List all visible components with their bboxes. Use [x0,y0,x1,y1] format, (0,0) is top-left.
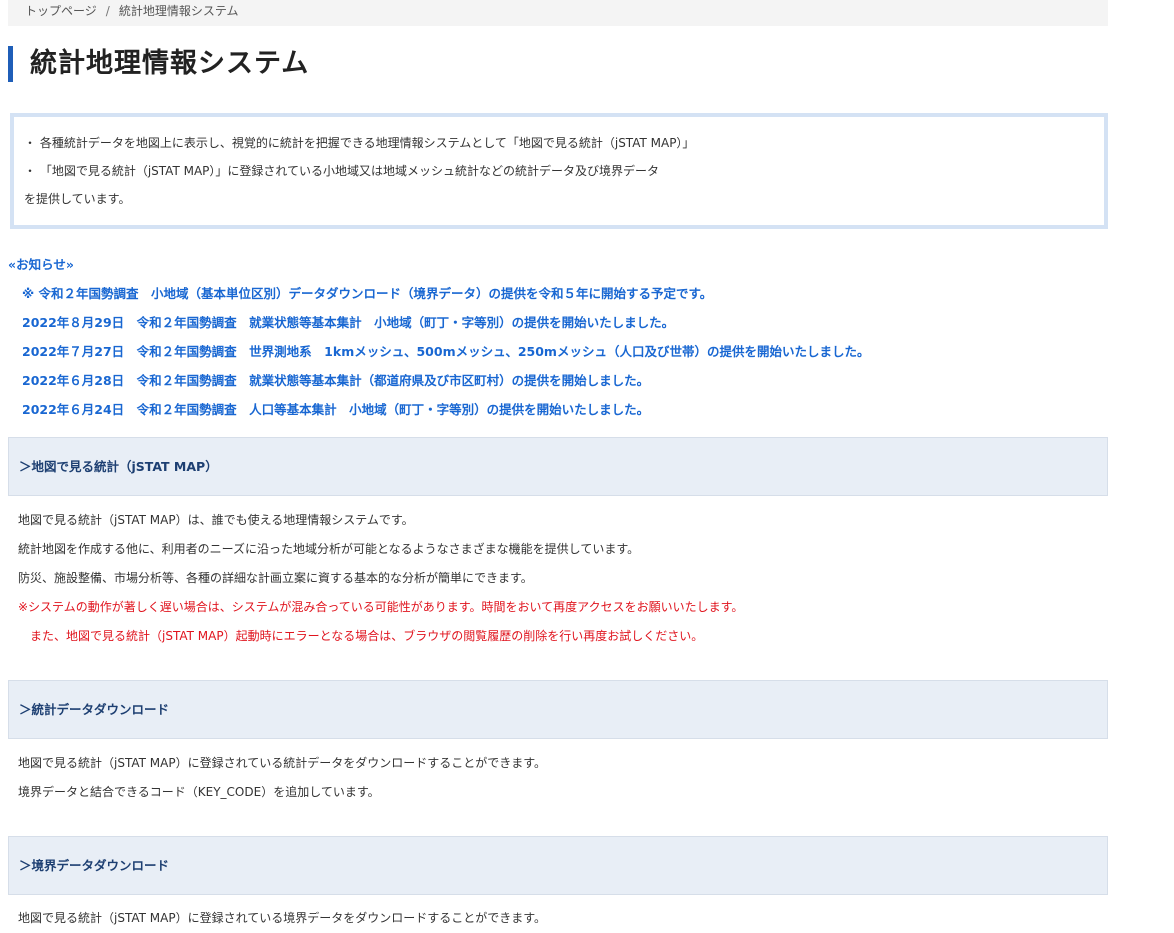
breadcrumb: トップページ / 統計地理情報システム [8,0,1108,26]
notice-item-link[interactable]: ※ 令和２年国勢調査 小地域（基本単位区別）データダウンロード（境界データ）の提… [22,281,1122,310]
section-body-stat-download: 地図で見る統計（jSTAT MAP）に登録されている統計データをダウンロードする… [18,752,1118,810]
intro-line: ・ 各種統計データを地図上に表示し、視覚的に統計を把握できる地理情報システムとし… [24,136,695,150]
warning-line: また、地図で見る統計（jSTAT MAP）起動時にエラーとなる場合は、ブラウザの… [30,629,704,643]
warning-line: ※システムの動作が著しく遅い場合は、システムが混み合っている可能性があります。時… [18,600,744,614]
notice-item-link[interactable]: 2022年６月28日 令和２年国勢調査 就業状態等基本集計（都道府県及び市区町村… [22,368,1122,397]
notice-item-link[interactable]: 2022年８月29日 令和２年国勢調査 就業状態等基本集計 小地域（町丁・字等別… [22,310,1122,339]
notice-item-link[interactable]: 2022年６月24日 令和２年国勢調査 人口等基本集計 小地域（町丁・字等別）の… [22,397,1122,426]
intro-line: ・ 「地図で見る統計（jSTAT MAP）」に登録されている小地域又は地域メッシ… [24,164,660,178]
section-heading-jstat-map[interactable]: ＞地図で見る統計（jSTAT MAP） [8,437,1108,496]
notice-heading: «お知らせ» [8,257,74,272]
section-heading-boundary-download[interactable]: ＞境界データダウンロード [8,836,1108,895]
breadcrumb-separator: / [105,4,110,18]
description-line: 地図で見る統計（jSTAT MAP）に登録されている境界データをダウンロードする… [18,911,547,925]
description-line: 統計地図を作成する他に、利用者のニーズに沿った地域分析が可能となるようなさまざま… [18,542,640,556]
description-line: 地図で見る統計（jSTAT MAP）に登録されている統計データをダウンロードする… [18,756,547,770]
notice-list: ※ 令和２年国勢調査 小地域（基本単位区別）データダウンロード（境界データ）の提… [22,281,1122,426]
page: トップページ / 統計地理情報システム 統計地理情報システム ・ 各種統計データを地… [0,0,1174,933]
description-line: 地図で見る統計（jSTAT MAP）は、誰でも使える地理情報システムです。 [18,513,414,527]
section-body-boundary-download: 地図で見る統計（jSTAT MAP）に登録されている境界データをダウンロードする… [18,907,1118,933]
breadcrumb-current: 統計地理情報システム [118,4,239,18]
intro-box: ・ 各種統計データを地図上に表示し、視覚的に統計を把握できる地理情報システムとし… [10,113,1108,229]
page-title: 統計地理情報システム [8,46,309,82]
description-line: 境界データと結合できるコード（KEY_CODE）を追加しています。 [18,785,380,799]
intro-line: を提供しています。 [24,192,131,206]
section-body-jstat-map: 地図で見る統計（jSTAT MAP）は、誰でも使える地理情報システムです。 統計… [18,509,1118,654]
breadcrumb-home-link[interactable]: トップページ [25,4,97,18]
section-heading-stat-download[interactable]: ＞統計データダウンロード [8,680,1108,739]
description-line: 防災、施設整備、市場分析等、各種の詳細な計画立案に資する基本的な分析が簡単にでき… [18,571,533,585]
notice-item-link[interactable]: 2022年７月27日 令和２年国勢調査 世界測地系 1kmメッシュ、500mメッ… [22,339,1122,368]
